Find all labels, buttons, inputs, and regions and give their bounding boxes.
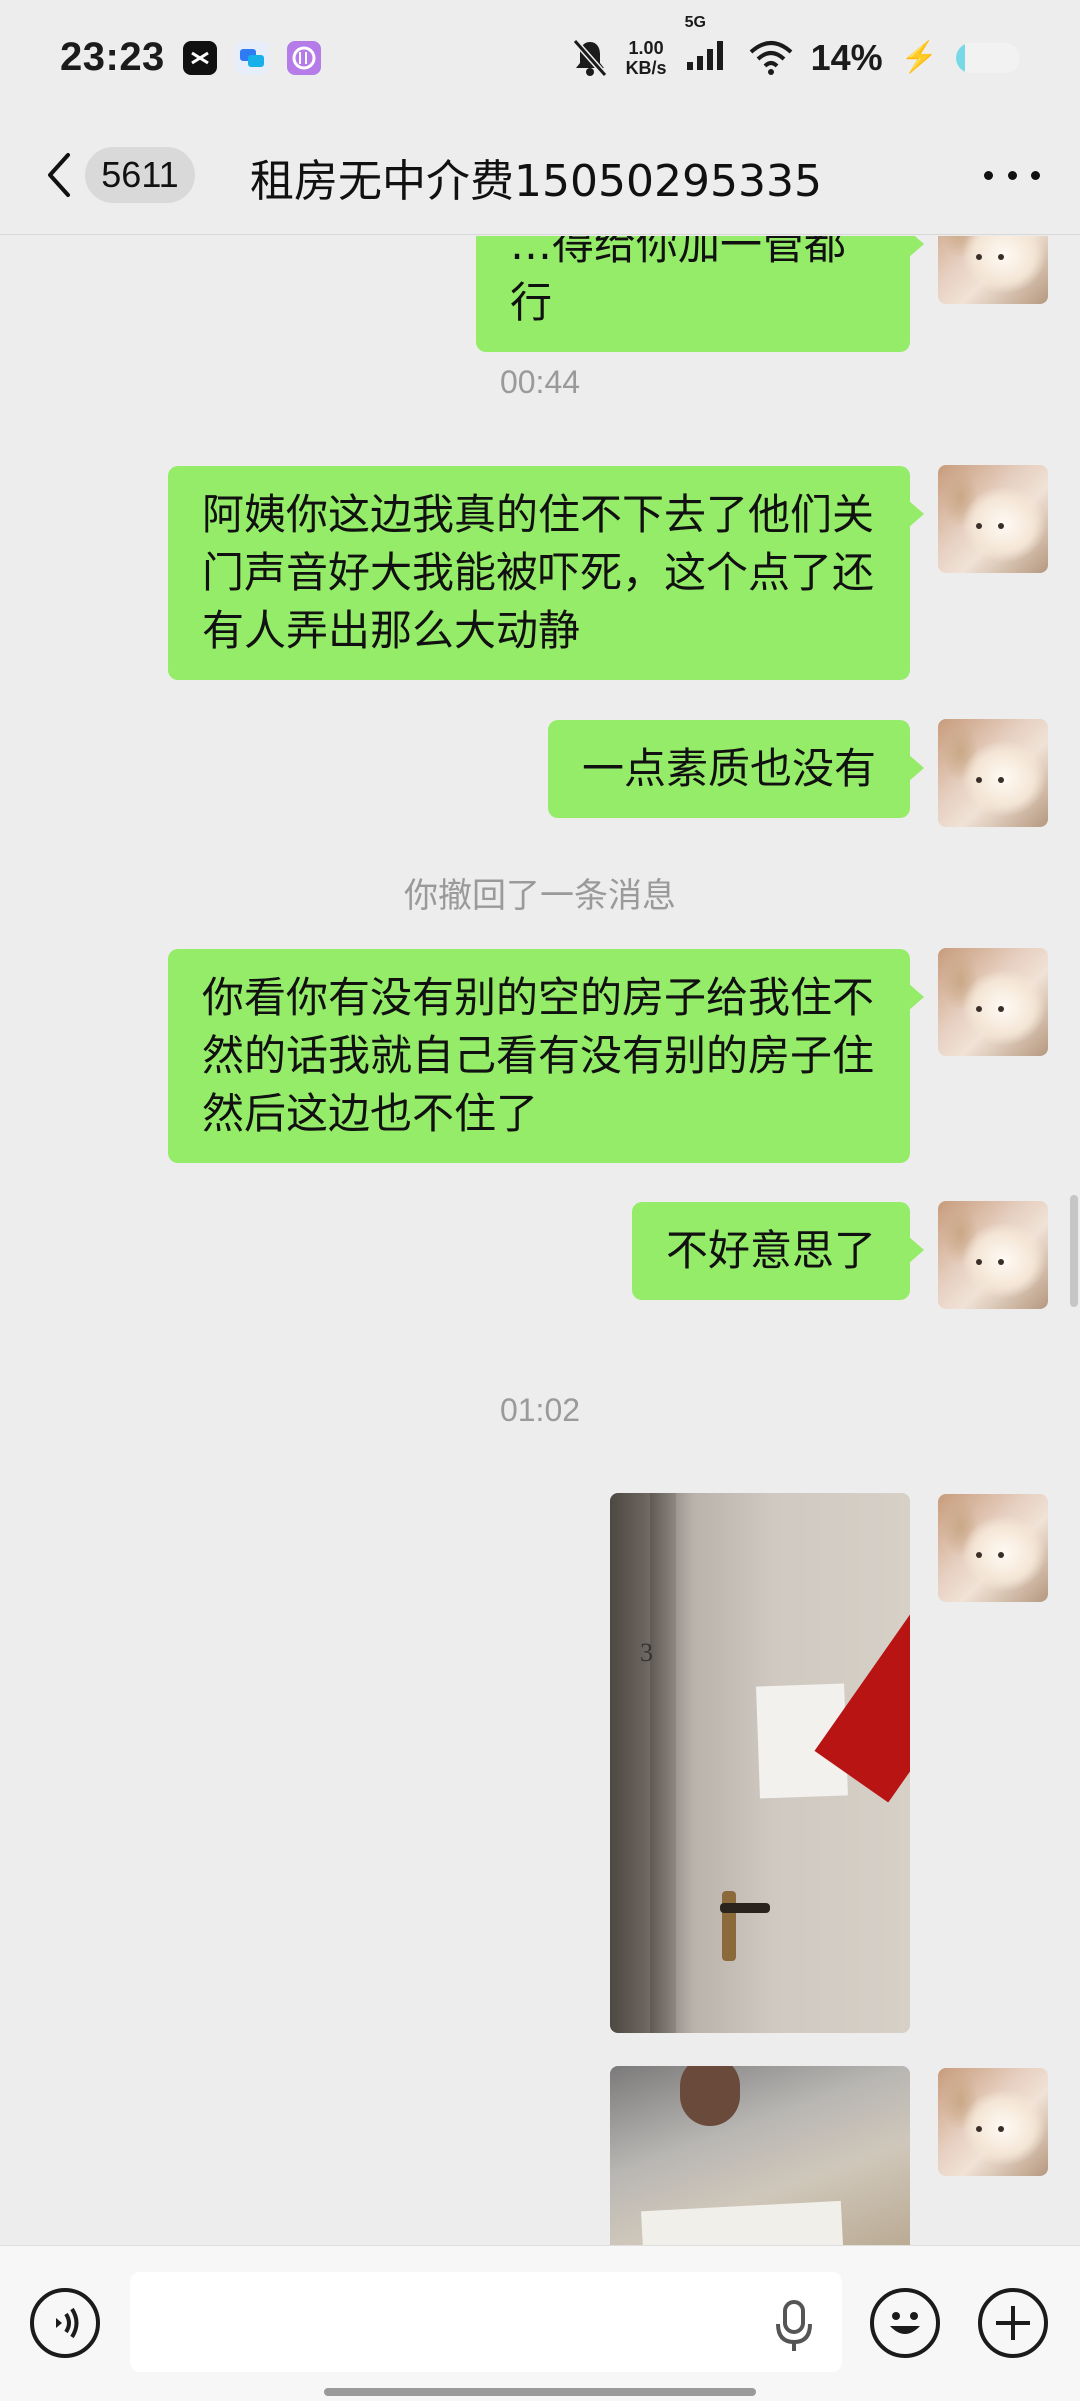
message-bubble[interactable]: 不好意思了 <box>631 1202 925 1300</box>
my-avatar[interactable] <box>938 465 1048 573</box>
message-text: 阿姨你这边我真的住不下去了他们关门声音好大我能被吓死，这个点了还有人弄出那么大动… <box>202 490 875 655</box>
message-text: 一点素质也没有 <box>581 744 876 793</box>
message-timestamp: 01:02 <box>499 1392 581 1428</box>
photo-finger <box>680 2066 740 2126</box>
message-text: …得给你加一管都行 <box>510 236 847 327</box>
voice-input-icon[interactable] <box>30 2288 100 2358</box>
status-bar: 23:23 1.00 KB/s 5G 14% ⚡ <box>0 0 1080 115</box>
message-input[interactable] <box>130 2272 842 2372</box>
more-dot <box>984 170 993 180</box>
messenger-app-icon <box>234 40 269 75</box>
message-text: 你看你有没有别的空的房子给我住不然的话我就自己看有没有别的房子住然后这边也不住了 <box>202 973 875 1138</box>
status-bar-left: 23:23 <box>60 35 321 80</box>
message-bubble[interactable]: 你看你有没有别的空的房子给我住不然的话我就自己看有没有别的房子住然后这边也不住了 <box>168 949 924 1163</box>
input-bar <box>0 2245 1080 2401</box>
photo-paper-note <box>640 2200 848 2245</box>
photo-message-door[interactable]: 3 <box>610 1493 910 2033</box>
my-avatar[interactable] <box>938 1201 1048 1309</box>
chat-header: 5611 租房无中介费15050295335 <box>0 115 1080 235</box>
wifi-icon <box>749 40 792 75</box>
photo-door-lock <box>722 1891 736 1961</box>
scrollbar-thumb[interactable] <box>1070 1195 1078 1307</box>
message-bubble-cut-off[interactable]: …得给你加一管都行 <box>476 236 924 352</box>
photo-door-handle <box>720 1903 770 1913</box>
battery-fill <box>956 42 965 73</box>
my-avatar[interactable] <box>938 719 1048 827</box>
net-speed-value: 1.00 <box>628 37 664 58</box>
back-arrow-icon[interactable] <box>40 147 80 203</box>
signal-icon <box>686 41 723 70</box>
photo-door-number: 3 <box>640 1638 653 1667</box>
my-avatar[interactable] <box>938 1494 1048 1602</box>
chat-message-list[interactable]: …得给你加一管都行 00:44 阿姨你这边我真的住不下去了他们关门声音好大我能被… <box>0 236 1080 2245</box>
home-indicator[interactable] <box>324 2388 756 2396</box>
purple-app-icon <box>286 40 321 75</box>
message-text: 不好意思了 <box>665 1226 876 1275</box>
my-avatar[interactable] <box>938 948 1048 1056</box>
chat-title: 租房无中介费15050295335 <box>250 156 822 207</box>
microphone-icon[interactable] <box>774 2298 814 2354</box>
message-bubble[interactable]: 阿姨你这边我真的住不下去了他们关门声音好大我能被吓死，这个点了还有人弄出那么大动… <box>168 466 924 680</box>
network-type: 5G <box>684 14 706 31</box>
charging-bolt-icon: ⚡ <box>900 41 938 74</box>
net-speed: 1.00 KB/s <box>626 38 667 78</box>
more-dot <box>1007 170 1017 180</box>
unread-count-badge[interactable]: 5611 <box>85 147 195 203</box>
emoji-icon[interactable] <box>870 2288 940 2358</box>
plus-icon[interactable] <box>978 2288 1048 2358</box>
recall-notice: 你撤回了一条消息 <box>404 876 676 916</box>
net-speed-unit: KB/s <box>625 57 667 78</box>
message-bubble[interactable]: 一点素质也没有 <box>547 720 925 818</box>
status-time: 23:23 <box>60 35 165 79</box>
mute-bell-icon <box>572 38 607 77</box>
my-avatar[interactable] <box>938 2068 1048 2176</box>
battery-icon <box>956 42 1020 73</box>
more-dot <box>1031 170 1040 180</box>
capcut-icon <box>182 40 217 75</box>
photo-message-paper[interactable] <box>610 2066 910 2245</box>
status-bar-right: 1.00 KB/s 5G 14% ⚡ <box>572 14 1020 79</box>
message-timestamp: 00:44 <box>499 364 581 400</box>
my-avatar[interactable] <box>938 236 1048 304</box>
battery-percent: 14% <box>810 36 883 78</box>
photo-door-frame <box>650 1493 676 2033</box>
cellular-signal: 5G <box>685 14 731 77</box>
more-options-icon[interactable] <box>984 167 1040 183</box>
